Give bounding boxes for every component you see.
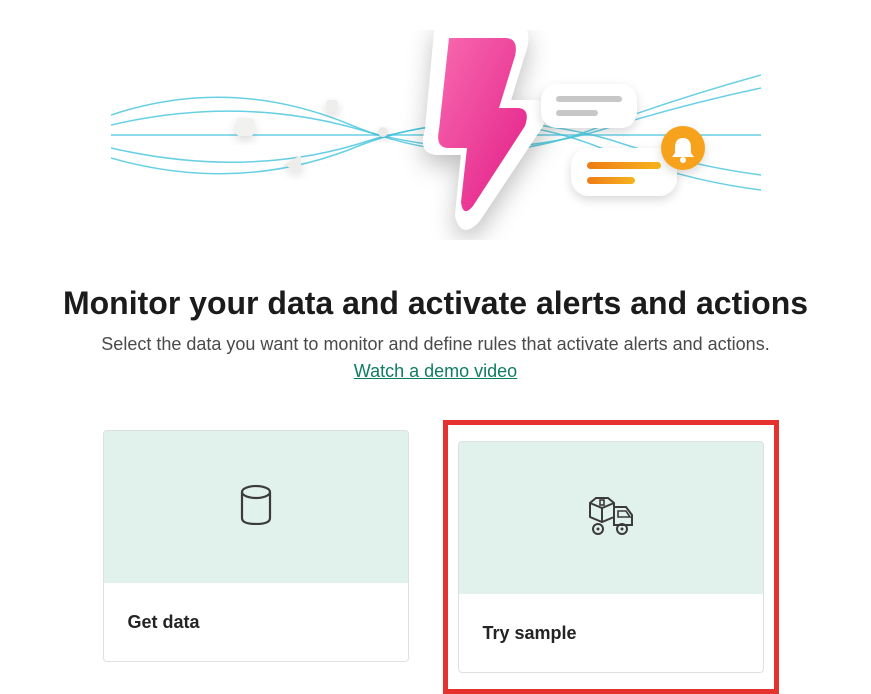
truck-delivery-icon [586, 495, 636, 542]
card-label: Try sample [459, 594, 763, 672]
watch-demo-video-link[interactable]: Watch a demo video [354, 361, 517, 382]
card-label: Get data [104, 583, 408, 661]
content-area: Monitor your data and activate alerts an… [0, 285, 871, 694]
card-wrapper-get-data: Get data [93, 420, 419, 694]
card-icon-area [459, 442, 763, 594]
page-title: Monitor your data and activate alerts an… [40, 285, 831, 322]
card-wrapper-try-sample-highlighted: Try sample [443, 420, 779, 694]
get-data-card[interactable]: Get data [103, 430, 409, 662]
hero-illustration [111, 30, 761, 240]
database-icon [239, 485, 273, 530]
cards-container: Get data [40, 420, 831, 694]
card-icon-area [104, 431, 408, 583]
try-sample-card[interactable]: Try sample [458, 441, 764, 673]
page-subtitle: Select the data you want to monitor and … [40, 334, 831, 355]
